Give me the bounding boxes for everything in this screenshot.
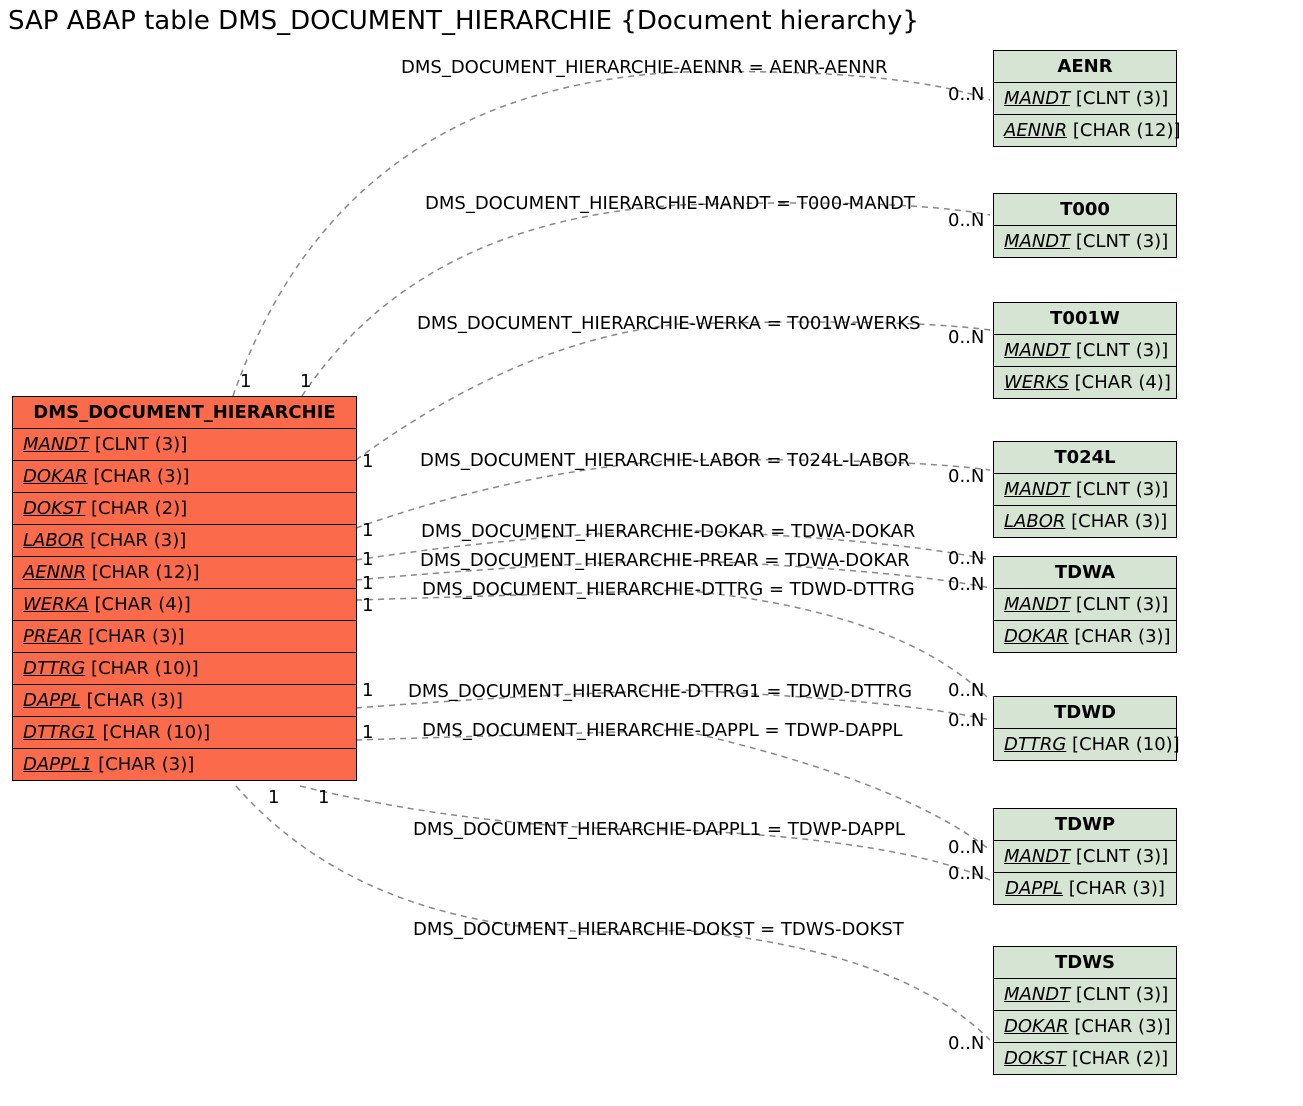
cardinality-many: 0..N bbox=[948, 548, 984, 569]
table-row: DOKST [CHAR (2)] bbox=[13, 493, 356, 525]
table-row: MANDT [CLNT (3)] bbox=[994, 83, 1176, 115]
table-row: MANDT [CLNT (3)] bbox=[994, 979, 1176, 1011]
table-row: WERKS [CHAR (4)] bbox=[994, 367, 1176, 398]
table-row: DTTRG [CHAR (10)] bbox=[13, 653, 356, 685]
table-tdws: TDWS MANDT [CLNT (3)] DOKAR [CHAR (3)] D… bbox=[993, 946, 1177, 1075]
cardinality-many: 0..N bbox=[948, 574, 984, 595]
table-row: MANDT [CLNT (3)] bbox=[13, 429, 356, 461]
relation-label: DMS_DOCUMENT_HIERARCHIE-MANDT = T000-MAN… bbox=[425, 193, 915, 214]
table-row: AENNR [CHAR (12)] bbox=[13, 557, 356, 589]
table-header: TDWA bbox=[994, 557, 1176, 589]
table-row: AENNR [CHAR (12)] bbox=[994, 115, 1176, 146]
table-row: DAPPL [CHAR (3)] bbox=[994, 873, 1176, 904]
cardinality-many: 0..N bbox=[948, 1033, 984, 1054]
cardinality-one: 1 bbox=[268, 787, 279, 808]
table-header: T001W bbox=[994, 303, 1176, 335]
relation-label: DMS_DOCUMENT_HIERARCHIE-DTTRG1 = TDWD-DT… bbox=[408, 681, 912, 702]
cardinality-one: 1 bbox=[300, 371, 311, 392]
table-row: DOKAR [CHAR (3)] bbox=[13, 461, 356, 493]
cardinality-one: 1 bbox=[318, 787, 329, 808]
relation-label: DMS_DOCUMENT_HIERARCHIE-DOKST = TDWS-DOK… bbox=[413, 919, 904, 940]
table-tdwp: TDWP MANDT [CLNT (3)] DAPPL [CHAR (3)] bbox=[993, 808, 1177, 905]
table-row: DAPPL1 [CHAR (3)] bbox=[13, 749, 356, 780]
cardinality-one: 1 bbox=[362, 573, 373, 594]
table-row: WERKA [CHAR (4)] bbox=[13, 589, 356, 621]
table-main-header: DMS_DOCUMENT_HIERARCHIE bbox=[13, 397, 356, 429]
cardinality-many: 0..N bbox=[948, 84, 984, 105]
cardinality-many: 0..N bbox=[948, 863, 984, 884]
table-row: DOKST [CHAR (2)] bbox=[994, 1043, 1176, 1074]
relation-label: DMS_DOCUMENT_HIERARCHIE-DAPPL = TDWP-DAP… bbox=[422, 720, 902, 741]
cardinality-one: 1 bbox=[362, 722, 373, 743]
cardinality-many: 0..N bbox=[948, 210, 984, 231]
cardinality-many: 0..N bbox=[948, 327, 984, 348]
relation-label: DMS_DOCUMENT_HIERARCHIE-LABOR = T024L-LA… bbox=[420, 450, 910, 471]
table-main: DMS_DOCUMENT_HIERARCHIE MANDT [CLNT (3)]… bbox=[12, 396, 357, 781]
table-header: AENR bbox=[994, 51, 1176, 83]
table-header: TDWD bbox=[994, 697, 1176, 729]
cardinality-one: 1 bbox=[362, 595, 373, 616]
cardinality-one: 1 bbox=[362, 451, 373, 472]
table-row: MANDT [CLNT (3)] bbox=[994, 474, 1176, 506]
cardinality-one: 1 bbox=[362, 680, 373, 701]
table-row: DOKAR [CHAR (3)] bbox=[994, 1011, 1176, 1043]
relation-label: DMS_DOCUMENT_HIERARCHIE-WERKA = T001W-WE… bbox=[417, 313, 921, 334]
relation-label: DMS_DOCUMENT_HIERARCHIE-PREAR = TDWA-DOK… bbox=[420, 550, 910, 571]
table-header: T024L bbox=[994, 442, 1176, 474]
cardinality-many: 0..N bbox=[948, 466, 984, 487]
table-row: LABOR [CHAR (3)] bbox=[994, 506, 1176, 537]
table-row: LABOR [CHAR (3)] bbox=[13, 525, 356, 557]
relation-label: DMS_DOCUMENT_HIERARCHIE-DTTRG = TDWD-DTT… bbox=[422, 579, 915, 600]
table-row: DAPPL [CHAR (3)] bbox=[13, 685, 356, 717]
table-header: TDWS bbox=[994, 947, 1176, 979]
cardinality-one: 1 bbox=[240, 371, 251, 392]
cardinality-many: 0..N bbox=[948, 680, 984, 701]
table-tdwd: TDWD DTTRG [CHAR (10)] bbox=[993, 696, 1177, 761]
table-header: T000 bbox=[994, 194, 1176, 226]
table-tdwa: TDWA MANDT [CLNT (3)] DOKAR [CHAR (3)] bbox=[993, 556, 1177, 653]
table-t000: T000 MANDT [CLNT (3)] bbox=[993, 193, 1177, 258]
table-row: MANDT [CLNT (3)] bbox=[994, 226, 1176, 257]
table-aenr: AENR MANDT [CLNT (3)] AENNR [CHAR (12)] bbox=[993, 50, 1177, 147]
table-row: DOKAR [CHAR (3)] bbox=[994, 621, 1176, 652]
table-row: MANDT [CLNT (3)] bbox=[994, 841, 1176, 873]
table-row: PREAR [CHAR (3)] bbox=[13, 621, 356, 653]
cardinality-many: 0..N bbox=[948, 837, 984, 858]
page-title: SAP ABAP table DMS_DOCUMENT_HIERARCHIE {… bbox=[8, 6, 919, 36]
table-row: MANDT [CLNT (3)] bbox=[994, 335, 1176, 367]
cardinality-many: 0..N bbox=[948, 710, 984, 731]
table-row: DTTRG [CHAR (10)] bbox=[994, 729, 1176, 760]
table-row: MANDT [CLNT (3)] bbox=[994, 589, 1176, 621]
relation-label: DMS_DOCUMENT_HIERARCHIE-DOKAR = TDWA-DOK… bbox=[421, 521, 915, 542]
table-t024l: T024L MANDT [CLNT (3)] LABOR [CHAR (3)] bbox=[993, 441, 1177, 538]
relation-label: DMS_DOCUMENT_HIERARCHIE-AENNR = AENR-AEN… bbox=[401, 57, 888, 78]
table-row: DTTRG1 [CHAR (10)] bbox=[13, 717, 356, 749]
table-t001w: T001W MANDT [CLNT (3)] WERKS [CHAR (4)] bbox=[993, 302, 1177, 399]
table-header: TDWP bbox=[994, 809, 1176, 841]
cardinality-one: 1 bbox=[362, 549, 373, 570]
relation-label: DMS_DOCUMENT_HIERARCHIE-DAPPL1 = TDWP-DA… bbox=[413, 819, 905, 840]
cardinality-one: 1 bbox=[362, 520, 373, 541]
